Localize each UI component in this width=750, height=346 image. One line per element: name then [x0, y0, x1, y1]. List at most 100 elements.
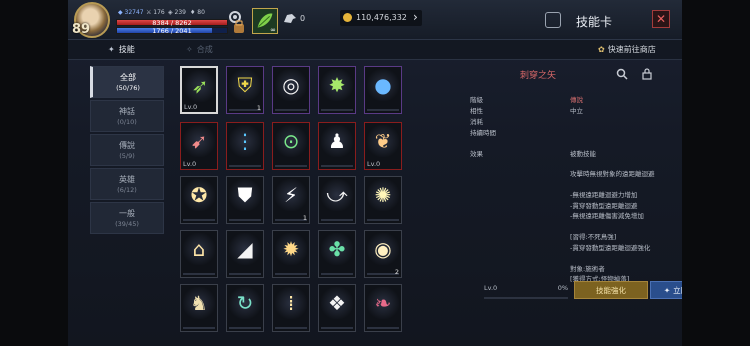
field-value: 傳說	[570, 96, 583, 104]
slot-level: Lv.0	[367, 160, 381, 168]
skill-slot[interactable]: ◉ 2	[364, 230, 402, 278]
skill-slot[interactable]: ⛊	[226, 176, 264, 224]
slot-progress-bar	[321, 219, 353, 221]
arrow-loop-icon: ↻	[229, 287, 261, 319]
skill-slot[interactable]: ❖	[318, 284, 356, 332]
right-letterbox	[682, 0, 750, 346]
skill-slot[interactable]: ⊙	[272, 122, 310, 170]
gold-amount: 110,476,332	[356, 13, 407, 22]
tabs-row: ✦ 技能 ✧ 合成 ✿ 快速前往商店	[68, 40, 682, 60]
skill-slot[interactable]: ⚡ 1	[272, 176, 310, 224]
tab-combine-label: 合成	[196, 45, 213, 54]
effect-line: -無視遠距離傷害減免增加	[570, 212, 644, 220]
category-count: (0/10)	[117, 118, 137, 126]
slot-level: Lv.0	[184, 103, 198, 111]
chevron-right-icon[interactable]: ›	[413, 10, 418, 24]
pet-slot[interactable]: ∞	[252, 8, 278, 34]
hooded-figure-icon: ♞	[183, 287, 215, 319]
effect-label: 效果	[470, 150, 483, 158]
category-name: 英雄	[119, 175, 135, 184]
claw-icon: ❖	[321, 287, 353, 319]
leaf-burst-icon: ✸	[321, 69, 353, 101]
category-hero[interactable]: 英雄 (6/12)	[90, 168, 164, 200]
hp-text: 8384 / 8262	[152, 19, 192, 27]
orb-icon: ●	[367, 69, 399, 101]
skill-slot[interactable]: ✺	[364, 176, 402, 224]
pillars-icon: ⁞	[275, 287, 307, 319]
skill-slot[interactable]: ⤻	[318, 176, 356, 224]
enhance-button[interactable]: 技能強化	[574, 281, 648, 299]
effect-line: [習得:不死鳥強]	[570, 233, 617, 241]
skill-progress-percent: 0%	[557, 284, 568, 292]
category-name: 傳說	[119, 141, 135, 150]
slot-progress-bar	[367, 219, 399, 221]
tab-combine[interactable]: ✧ 合成	[186, 44, 213, 55]
starburst-icon: ✺	[367, 179, 399, 211]
skill-slot[interactable]: ❦ Lv.0	[364, 122, 402, 170]
slot-progress-bar	[183, 273, 215, 275]
slot-count: 1	[302, 214, 307, 222]
skill-slot[interactable]: ✹	[272, 230, 310, 278]
skill-slot[interactable]: ➹ Lv.0	[180, 122, 218, 170]
lightning-icon: ⚡	[275, 179, 307, 211]
tab-skills-label: 技能	[118, 45, 135, 54]
skill-name: 刺穿之矢	[520, 71, 557, 81]
page-title: 技能卡	[576, 15, 613, 29]
effect-line: -貫穿發動型遠距離迴避	[570, 201, 638, 210]
skill-slot[interactable]: ◢	[226, 230, 264, 278]
skill-slot[interactable]: ⌂	[180, 230, 218, 278]
skill-slot[interactable]: ⛨ 1	[226, 66, 264, 114]
field-label: 階級	[470, 96, 483, 104]
skill-slot[interactable]: ⁞	[272, 284, 310, 332]
category-mythic[interactable]: 神話 (0/10)	[90, 100, 164, 132]
skill-slot[interactable]: ✸	[318, 66, 356, 114]
wing-bow-icon: ❦	[367, 125, 399, 157]
goto-skill-button[interactable]: ✦立即前往技能	[650, 281, 682, 299]
skill-slot[interactable]: ✪	[180, 176, 218, 224]
mount-icon	[284, 14, 296, 23]
category-legend[interactable]: 傳說 (5/9)	[90, 134, 164, 166]
slot-progress-bar	[275, 273, 307, 275]
coin-icon	[343, 13, 352, 22]
skill-slot[interactable]: ◎	[272, 66, 310, 114]
close-button[interactable]: ✕	[652, 10, 670, 28]
goto-skill-label: 立即前往技能	[673, 286, 682, 295]
figure-icon: ♟	[321, 125, 353, 157]
search-icon[interactable]	[616, 68, 628, 80]
skill-slot[interactable]: ♟	[318, 122, 356, 170]
bag-icon[interactable]	[232, 20, 246, 34]
swoop-icon: ⤻	[321, 179, 353, 211]
skill-slot[interactable]: ❧	[364, 284, 402, 332]
category-count: (39/45)	[115, 220, 139, 228]
skill-detail-panel: 刺穿之矢 階級 傳說 相性 中立 消耗 持續時間 效果 被動技能 攻擊時無視對象…	[420, 62, 682, 346]
skill-slot[interactable]: ➶ Lv.0	[180, 66, 218, 114]
lock-icon[interactable]	[642, 68, 652, 80]
shop-link-label: 快速前往商店	[607, 45, 656, 54]
skill-slot[interactable]: ●	[364, 66, 402, 114]
effect-type: 被動技能	[570, 150, 596, 158]
category-count: (5/9)	[119, 152, 135, 160]
category-count: (6/12)	[117, 186, 137, 194]
slot-progress-bar	[229, 219, 261, 221]
category-normal[interactable]: 一般 (39/45)	[90, 202, 164, 234]
slot-count: 1	[256, 104, 261, 112]
weight-stat: ♦ 80	[190, 9, 205, 16]
slot-level: Lv.0	[183, 160, 197, 168]
fish-leaf-icon: ✤	[321, 233, 353, 265]
slot-progress-bar	[275, 165, 307, 167]
skill-slot[interactable]: ♞	[180, 284, 218, 332]
gear-burst-icon: ✹	[275, 233, 307, 265]
forge-icon: ✧	[186, 45, 193, 54]
left-letterbox	[0, 0, 68, 346]
target-icon: ⊙	[275, 125, 307, 157]
field-label: 消耗	[470, 118, 483, 126]
mp-text: 1766 / 2041	[152, 27, 192, 35]
skill-slot[interactable]: ⋮	[226, 122, 264, 170]
tab-skills[interactable]: ✦ 技能	[108, 44, 135, 55]
skill-slot[interactable]: ✤	[318, 230, 356, 278]
skill-slot[interactable]: ↻	[226, 284, 264, 332]
slot-progress-bar	[183, 219, 215, 221]
hp-bar: 8384 / 8262	[116, 19, 228, 27]
shop-link[interactable]: ✿ 快速前往商店	[598, 44, 656, 55]
category-all[interactable]: 全部 (50/76)	[90, 66, 164, 98]
